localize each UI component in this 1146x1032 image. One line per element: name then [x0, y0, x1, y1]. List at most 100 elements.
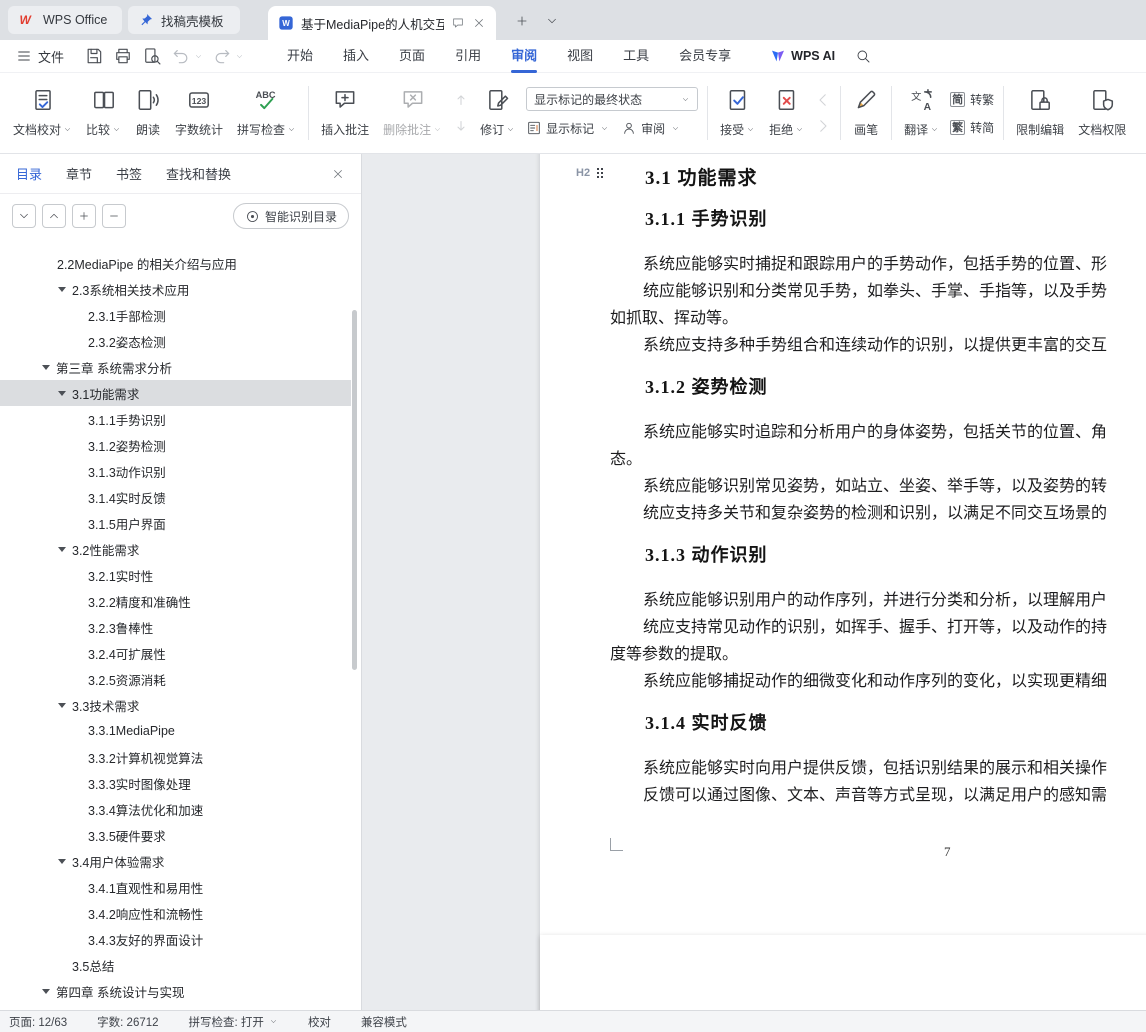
collapse-arrow-icon[interactable]: [58, 546, 66, 552]
doc-heading[interactable]: 3.1 功能需求: [645, 163, 758, 190]
toc-item[interactable]: 3.2.2精度和准确性: [0, 588, 351, 614]
doc-body-line[interactable]: 系统应能够实时追踪和分析用户的身体姿势，包括关节的位置、角: [643, 418, 1107, 442]
collapse-arrow-icon[interactable]: [58, 390, 66, 396]
doc-body-line[interactable]: 系统应能够识别常见姿势，如站立、坐姿、举手等，以及姿势的转: [643, 472, 1107, 496]
doc-heading[interactable]: 3.1.3 动作识别: [645, 541, 768, 567]
next-change-button[interactable]: [814, 117, 832, 135]
pane-tab-目录[interactable]: 目录: [16, 164, 42, 183]
file-menu-button[interactable]: 文件: [16, 47, 64, 66]
toc-item[interactable]: 第三章 系统需求分析: [0, 354, 351, 380]
doc-heading[interactable]: 3.1.2 姿势检测: [645, 373, 768, 399]
reject-revision-button[interactable]: 拒绝: [762, 80, 811, 146]
toc-item[interactable]: 3.3.2计算机视觉算法: [0, 744, 351, 770]
new-tab-button[interactable]: [510, 9, 534, 33]
compare-button[interactable]: 比较: [79, 80, 128, 146]
toc-item[interactable]: 3.3.3实时图像处理: [0, 770, 351, 796]
toc-item[interactable]: 2.3.2姿态检测: [0, 328, 351, 354]
menu-tab-审阅[interactable]: 审阅: [496, 40, 552, 73]
toc-item[interactable]: 3.3.4算法优化和加速: [0, 796, 351, 822]
sidebar-scrollbar[interactable]: [352, 310, 357, 670]
delete-comment-button[interactable]: 删除批注: [376, 80, 449, 146]
toc-item[interactable]: 3.1.2姿势检测: [0, 432, 351, 458]
next-comment-button[interactable]: [452, 117, 470, 135]
spell-check-button[interactable]: ABC 拼写检查: [230, 80, 303, 146]
tab-list-dropdown[interactable]: [540, 9, 564, 33]
collapse-arrow-icon[interactable]: [42, 988, 50, 994]
word-count-button[interactable]: 123 字数统计: [168, 80, 230, 146]
toc-item[interactable]: 3.4用户体验需求: [0, 848, 351, 874]
zoom-in-outline-button[interactable]: [72, 204, 96, 228]
menu-tab-引用[interactable]: 引用: [440, 40, 496, 73]
collapse-arrow-icon[interactable]: [58, 858, 66, 864]
print-button[interactable]: [113, 46, 133, 66]
show-markup-button[interactable]: 显示标记: [526, 117, 609, 139]
toc-item[interactable]: 3.4.1直观性和易用性: [0, 874, 351, 900]
doc-permission-button[interactable]: 文档权限: [1071, 80, 1133, 146]
toc-item[interactable]: 3.1.1手势识别: [0, 406, 351, 432]
collapse-arrow-icon[interactable]: [58, 702, 66, 708]
doc-body-line[interactable]: 系统应能够捕捉动作的细微变化和动作序列的变化，以实现更精细: [643, 667, 1107, 691]
prev-comment-button[interactable]: [452, 91, 470, 109]
toc-item[interactable]: 3.2性能需求: [0, 536, 351, 562]
pane-tab-查找和替换[interactable]: 查找和替换: [166, 164, 231, 183]
toc-item[interactable]: 3.1功能需求: [0, 380, 351, 406]
menu-tab-开始[interactable]: 开始: [272, 40, 328, 73]
toc-item[interactable]: 3.3.5硬件要求: [0, 822, 351, 848]
expand-all-button[interactable]: [42, 204, 66, 228]
doc-body-line[interactable]: 统应能够识别和分类常见手势，如拳头、手掌、手指等，以及手势: [643, 277, 1107, 301]
doc-tab-active[interactable]: W 基于MediaPipe的人机交互系统: [268, 6, 496, 40]
menu-tab-会员专享[interactable]: 会员专享: [664, 40, 746, 73]
toc-item[interactable]: 3.2.5资源消耗: [0, 666, 351, 692]
doc-body-line[interactable]: 统应支持常见动作的识别，如挥手、握手、打开等，以及动作的持: [643, 613, 1107, 637]
pane-close-icon[interactable]: [331, 167, 345, 181]
ink-pen-button[interactable]: 画笔: [846, 80, 886, 146]
comment-bubble-icon[interactable]: [451, 16, 465, 30]
status-item[interactable]: 拼写检查: 打开: [189, 1014, 278, 1030]
convert-转简-button[interactable]: 繁转简: [950, 116, 994, 138]
doc-body-line[interactable]: 态。: [610, 445, 642, 469]
toc-item[interactable]: 2.2MediaPipe 的相关介绍与应用: [0, 250, 351, 276]
toc-item[interactable]: 第四章 系统设计与实现: [0, 978, 351, 1004]
status-item[interactable]: 字数: 26712: [97, 1014, 158, 1030]
accept-revision-button[interactable]: 接受: [713, 80, 762, 146]
toc-item[interactable]: 3.1.5用户界面: [0, 510, 351, 536]
wps-ai-button[interactable]: WPS AI: [770, 48, 835, 64]
status-item[interactable]: 兼容模式: [361, 1014, 407, 1030]
heading-drag-handle[interactable]: H2: [576, 167, 600, 179]
restrict-edit-button[interactable]: 限制编辑: [1009, 80, 1071, 146]
pane-tab-书签[interactable]: 书签: [116, 164, 142, 183]
doc-body-line[interactable]: 统应支持多关节和复杂姿势的检测和识别，以满足不同交互场景的: [643, 499, 1107, 523]
doc-body-line[interactable]: 如抓取、挥动等。: [610, 304, 738, 328]
tab-close-icon[interactable]: [472, 16, 486, 30]
menu-tab-插入[interactable]: 插入: [328, 40, 384, 73]
toc-item[interactable]: 2.3.1手部检测: [0, 302, 351, 328]
undo-dropdown-icon[interactable]: [194, 52, 203, 61]
undo-button[interactable]: [171, 46, 203, 66]
toc-item[interactable]: 3.3.1MediaPipe: [0, 718, 351, 744]
document-page[interactable]: H2 7 3.1 功能需求 3.1.1 手势识别 系统应能够实时捕捉和跟踪用户的手势…: [540, 154, 1146, 1010]
track-changes-button[interactable]: 修订: [473, 80, 522, 146]
reviewer-button[interactable]: 审阅: [621, 117, 680, 139]
document-page-next[interactable]: [540, 935, 1146, 1010]
redo-button[interactable]: [212, 46, 244, 66]
menu-tab-工具[interactable]: 工具: [608, 40, 664, 73]
convert-转繁-button[interactable]: 简转繁: [950, 88, 994, 110]
menu-tab-视图[interactable]: 视图: [552, 40, 608, 73]
display-mode-combo[interactable]: 显示标记的最终状态: [526, 87, 699, 111]
collapse-arrow-icon[interactable]: [58, 286, 66, 292]
toc-item[interactable]: 2.3系统相关技术应用: [0, 276, 351, 302]
toc-item[interactable]: 3.2.1实时性: [0, 562, 351, 588]
status-item[interactable]: 页面: 12/63: [9, 1014, 67, 1030]
doc-heading[interactable]: 3.1.4 实时反馈: [645, 709, 768, 735]
app-tab-wps-office[interactable]: W WPS Office: [8, 6, 122, 34]
prev-change-button[interactable]: [814, 91, 832, 109]
doc-tab-template[interactable]: 找稿壳模板: [128, 6, 240, 34]
translate-button[interactable]: 文 A 翻译: [897, 80, 946, 146]
search-icon[interactable]: [855, 48, 871, 64]
doc-body-line[interactable]: 反馈可以通过图像、文本、声音等方式呈现，以满足用户的感知需: [643, 781, 1107, 805]
collapse-arrow-icon[interactable]: [42, 364, 50, 370]
redo-dropdown-icon[interactable]: [235, 52, 244, 61]
doc-body-line[interactable]: 系统应能够识别用户的动作序列，并进行分类和分析，以理解用户: [643, 586, 1107, 610]
toc-item[interactable]: 3.5总结: [0, 952, 351, 978]
print-preview-button[interactable]: [142, 46, 162, 66]
